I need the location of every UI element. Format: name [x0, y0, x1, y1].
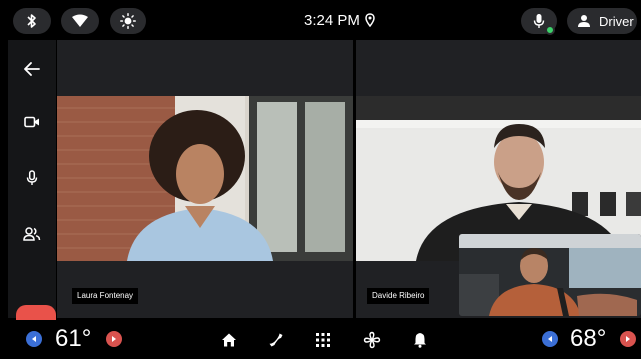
- mute-toggle-button[interactable]: [8, 163, 56, 193]
- microphone-icon: [533, 14, 545, 28]
- chevron-left-icon: [32, 336, 36, 342]
- bottom-bar: 61° 68°: [0, 320, 641, 359]
- apps-button[interactable]: [313, 330, 333, 350]
- participant-video-laura: [57, 96, 353, 261]
- mic-active-indicator: [545, 25, 555, 35]
- bluetooth-icon: [27, 14, 36, 28]
- left-temp-decrease-button[interactable]: [26, 331, 42, 347]
- phone-button[interactable]: [266, 330, 286, 350]
- right-temp-decrease-button[interactable]: [542, 331, 558, 347]
- participant-name-laura: Laura Fontenay: [72, 288, 139, 304]
- location-pin-icon: [365, 13, 375, 27]
- home-icon: [222, 333, 236, 347]
- brightness-button[interactable]: [110, 8, 146, 34]
- chevron-left-icon: [548, 336, 552, 342]
- user-profile-button[interactable]: Driver: [567, 8, 637, 34]
- call-controls-rail: [8, 40, 56, 351]
- status-bar: 3:24 PM Driver: [0, 0, 641, 40]
- notification-bell-icon: [414, 333, 426, 348]
- fan-button[interactable]: [362, 330, 382, 350]
- phone-icon: [269, 333, 283, 347]
- left-temp-increase-button[interactable]: [106, 331, 122, 347]
- participants-icon: [23, 227, 41, 241]
- camera-toggle-button[interactable]: [8, 107, 56, 137]
- right-temp-increase-button[interactable]: [620, 331, 636, 347]
- back-button[interactable]: [8, 54, 56, 84]
- clock: 3:24 PM: [304, 12, 360, 29]
- apps-grid-icon: [316, 333, 330, 347]
- wifi-icon: [72, 14, 88, 27]
- notifications-button[interactable]: [410, 330, 430, 350]
- chevron-right-icon: [626, 336, 630, 342]
- left-temperature: 61°: [55, 325, 92, 352]
- right-temperature: 68°: [570, 325, 607, 352]
- bluetooth-button[interactable]: [13, 8, 51, 34]
- fan-icon: [363, 331, 381, 349]
- participants-button[interactable]: [8, 219, 56, 249]
- participant-tile-laura[interactable]: Laura Fontenay: [57, 40, 353, 318]
- home-button[interactable]: [219, 330, 239, 350]
- self-view-pip[interactable]: [459, 234, 641, 316]
- user-label: Driver: [599, 13, 634, 29]
- brightness-icon: [120, 13, 136, 29]
- microphone-icon: [26, 170, 38, 185]
- back-icon: [24, 62, 40, 76]
- chevron-right-icon: [112, 336, 116, 342]
- participant-name-davide: Davide Ribeiro: [367, 288, 430, 304]
- camera-icon: [24, 116, 39, 128]
- user-icon: [578, 15, 590, 27]
- wifi-button[interactable]: [61, 8, 99, 34]
